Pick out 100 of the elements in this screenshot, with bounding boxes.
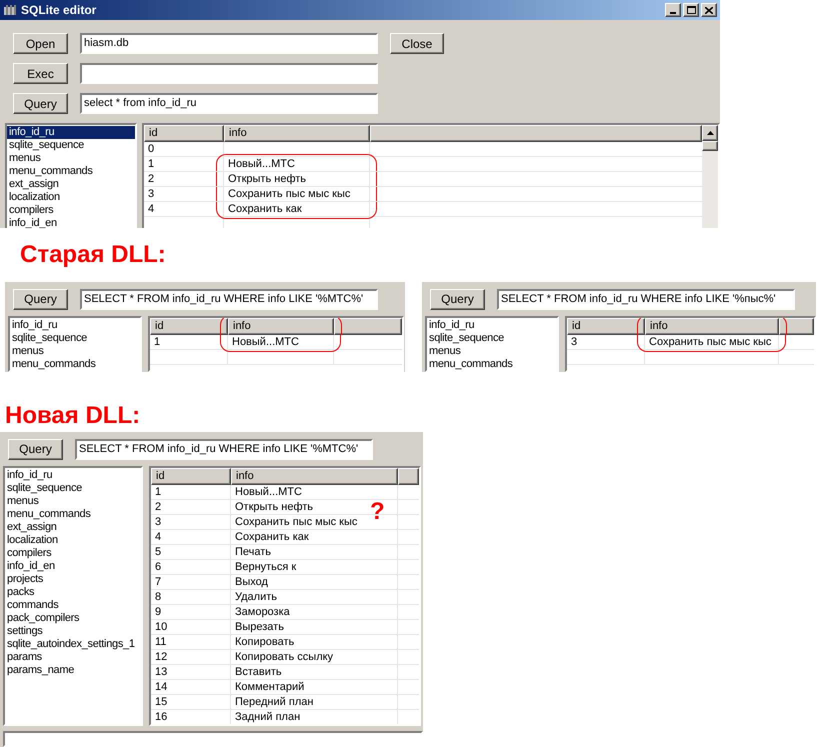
column-header[interactable]: id xyxy=(150,318,228,335)
table-cell-text: 2 xyxy=(148,172,154,187)
table-cell-text: Сохранить пыс мыс кыс xyxy=(649,334,772,350)
scroll-thumb[interactable] xyxy=(702,141,718,151)
table-list-item[interactable]: params xyxy=(5,651,141,664)
column-header[interactable]: info xyxy=(224,125,370,142)
action-button[interactable]: Open xyxy=(13,33,68,54)
text-field[interactable]: hiasm.db xyxy=(80,33,378,54)
action-button[interactable]: Query xyxy=(13,93,68,114)
close-icon xyxy=(705,6,713,14)
column-header[interactable]: id xyxy=(567,318,645,335)
table-list-item[interactable]: info_id_ru xyxy=(7,126,135,139)
table-cell-text: Копировать ссылку xyxy=(235,650,334,665)
table-list-item[interactable]: info_id_en xyxy=(7,217,135,228)
table-cell-text: 8 xyxy=(155,590,162,605)
query-button[interactable]: Query xyxy=(13,288,68,310)
column-header[interactable]: id xyxy=(144,125,224,142)
table-cell-text: Вырезать xyxy=(235,620,284,635)
table-cell-text: Новый...МТС xyxy=(232,334,299,350)
table-cell-text: 14 xyxy=(155,680,168,695)
table-list-item[interactable]: ext_assign xyxy=(5,521,141,534)
table-cell-text: Комментарий xyxy=(235,680,304,695)
table-list-item[interactable]: localization xyxy=(5,534,141,547)
query-field[interactable]: SELECT * FROM info_id_ru WHERE info LIKE '%MTC%' xyxy=(80,288,378,310)
table-cell-text: Заморозка xyxy=(235,604,290,620)
table-cell-text: 5 xyxy=(155,544,162,560)
maximize-button[interactable] xyxy=(683,3,699,17)
table-cell-text: Сохранить пыс мыс кыс xyxy=(235,514,358,530)
column-header[interactable]: info xyxy=(645,318,779,335)
table-list-item[interactable]: menus xyxy=(7,152,135,165)
table-cell-text: 11 xyxy=(155,634,166,650)
question-mark: ? xyxy=(370,500,385,524)
table-cell-text: 2 xyxy=(155,500,162,515)
table-list-item[interactable]: params_name xyxy=(5,664,141,677)
table-list-item[interactable]: projects xyxy=(5,573,141,586)
column-header[interactable]: info xyxy=(231,468,398,485)
table-list-item[interactable]: menus xyxy=(5,495,141,508)
table-cell-text: Сохранить как xyxy=(235,530,309,545)
table-cell-text: 7 xyxy=(155,574,162,590)
table-cell-text: Открыть нефть xyxy=(228,172,306,187)
table-cell-text: 15 xyxy=(155,694,168,710)
table-cell-text: 1 xyxy=(148,156,154,172)
scroll-up-icon xyxy=(706,131,714,135)
table-list-item[interactable]: localization xyxy=(7,191,135,204)
window-title: SQLite editor xyxy=(21,2,98,19)
query-button[interactable]: Query xyxy=(8,438,63,460)
table-cell-text: Новый...МТС xyxy=(235,484,302,500)
text-field[interactable]: select * from info_id_ru xyxy=(80,93,378,114)
table-cell-text: 1 xyxy=(154,334,160,350)
table-list-item[interactable]: menu_commands xyxy=(427,358,557,370)
minimize-icon xyxy=(670,12,676,14)
table-cell-text: 9 xyxy=(155,604,162,620)
table-list-item[interactable]: compilers xyxy=(5,547,141,560)
query-button[interactable]: Query xyxy=(430,288,485,310)
table-list-item[interactable]: sqlite_sequence xyxy=(427,332,557,345)
table-cell-text: 0 xyxy=(148,142,154,157)
table-cell-text: 12 xyxy=(155,650,168,665)
table-list-item[interactable]: info_id_ru xyxy=(10,319,140,332)
table-cell-text: Новый...МТС xyxy=(228,156,295,172)
query-field[interactable]: SELECT * FROM info_id_ru WHERE info LIKE '%MTC%' xyxy=(75,438,373,460)
action-button[interactable]: Exec xyxy=(13,63,68,84)
table-list-item[interactable]: commands xyxy=(5,599,141,612)
scrollbar[interactable] xyxy=(702,125,718,228)
close-button[interactable] xyxy=(701,3,717,17)
table-list-item[interactable]: settings xyxy=(5,625,141,638)
table-list-item[interactable]: ext_assign xyxy=(7,178,135,191)
table-list-item[interactable]: menu_commands xyxy=(10,358,140,370)
minimize-button[interactable] xyxy=(665,3,681,17)
table-list-item[interactable]: compilers xyxy=(7,204,135,217)
section-heading: Новая DLL: xyxy=(5,404,140,428)
table-list-item[interactable]: sqlite_autoindex_settings_1 xyxy=(5,638,141,651)
maximize-icon xyxy=(686,6,696,14)
table-list-item[interactable]: menu_commands xyxy=(7,165,135,178)
text-field[interactable] xyxy=(80,63,378,84)
table-cell-text: Удалить xyxy=(235,590,277,605)
table-cell-text: 6 xyxy=(155,560,162,575)
table-cell-text: 10 xyxy=(155,620,168,635)
close-db-button[interactable]: Close xyxy=(390,33,444,54)
table-cell-text: 3 xyxy=(571,334,578,350)
table-list-item[interactable]: pack_compilers xyxy=(5,612,141,625)
table-cell-text: 4 xyxy=(155,530,162,545)
table-cell-text: Задний план xyxy=(235,710,300,724)
table-list-item[interactable]: info_id_ru xyxy=(427,319,557,332)
table-cell-text: 1 xyxy=(155,484,162,500)
table-list-item[interactable]: sqlite_sequence xyxy=(10,332,140,345)
table-cell-text: Сохранить как xyxy=(228,202,302,217)
table-cell-text: 16 xyxy=(155,710,168,724)
table-list-item[interactable]: menu_commands xyxy=(5,508,141,521)
table-list-item[interactable]: packs xyxy=(5,586,141,599)
table-list-item[interactable]: info_id_ru xyxy=(5,469,141,482)
table-cell-text: Выход xyxy=(235,574,268,590)
column-header[interactable]: id xyxy=(151,468,231,485)
table-list-item[interactable]: sqlite_sequence xyxy=(7,139,135,152)
table-list-item[interactable]: menus xyxy=(10,345,140,358)
table-list-item[interactable]: sqlite_sequence xyxy=(5,482,141,495)
column-header[interactable]: info xyxy=(228,318,334,335)
table-list-item[interactable]: info_id_en xyxy=(5,560,141,573)
table-list-item[interactable]: menus xyxy=(427,345,557,358)
table-cell-text: Копировать xyxy=(235,634,294,650)
query-field[interactable]: SELECT * FROM info_id_ru WHERE info LIKE '%пыс%' xyxy=(497,288,795,310)
